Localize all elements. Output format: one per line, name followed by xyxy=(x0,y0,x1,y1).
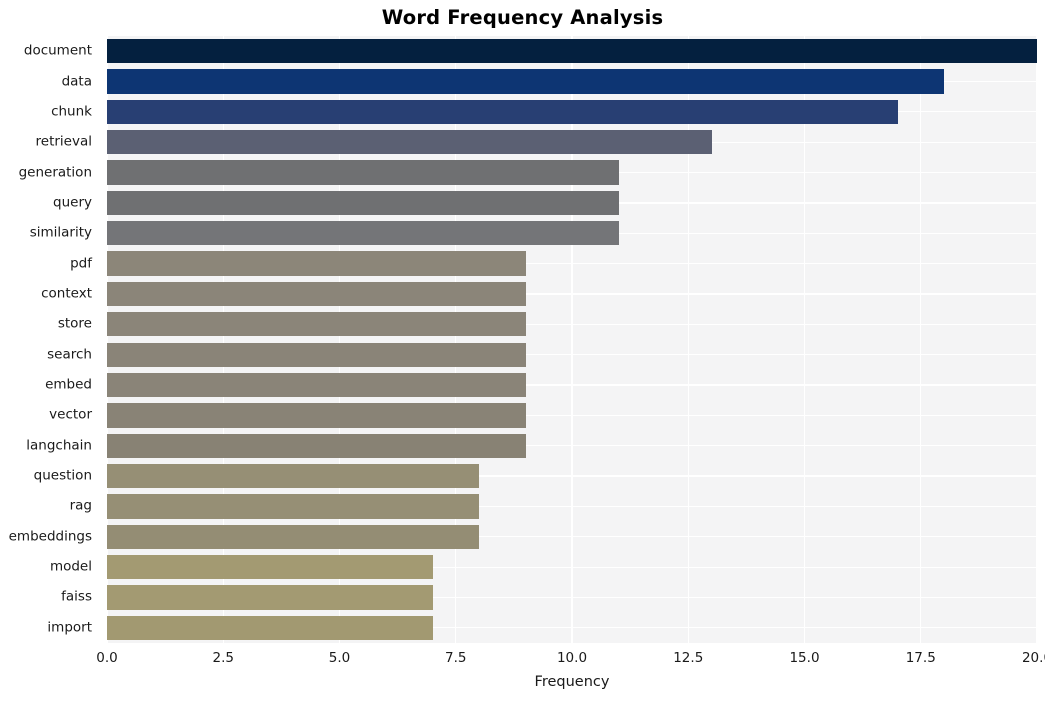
bar-query[interactable] xyxy=(107,190,619,216)
y-tick-label-embed: embed xyxy=(45,376,92,393)
bar-similarity[interactable] xyxy=(107,221,619,246)
x-gridline xyxy=(920,36,922,643)
x-tick-label-7.5: 7.5 xyxy=(445,650,467,666)
plot-area xyxy=(107,36,1037,643)
x-tick-label-20.0: 20.0 xyxy=(1021,650,1045,666)
x-axis-tick-labels: 0.0 2.5 5.0 7.5 10.0 12.5 15.0 17.5 20.0 xyxy=(0,648,1045,674)
y-tick-label-model: model xyxy=(49,558,92,575)
chart-title: Word Frequency Analysis xyxy=(381,6,664,29)
bar-document[interactable] xyxy=(107,39,1037,64)
y-tick-label-embeddings: embeddings xyxy=(8,528,92,545)
bar-question[interactable] xyxy=(107,463,479,489)
bar-store[interactable] xyxy=(107,312,526,337)
x-tick-label-2.5: 2.5 xyxy=(212,650,234,666)
y-tick-label-similarity: similarity xyxy=(29,224,92,241)
y-tick-label-store: store xyxy=(57,315,92,332)
bar-search[interactable] xyxy=(107,342,526,367)
y-tick-label-rag: rag xyxy=(69,497,92,514)
bar-model[interactable] xyxy=(107,554,433,580)
bar-pdf[interactable] xyxy=(107,251,526,276)
bar-retrieval[interactable] xyxy=(107,130,712,155)
bar-langchain[interactable] xyxy=(107,433,526,458)
y-tick-label-data: data xyxy=(61,72,92,89)
bar-vector[interactable] xyxy=(107,403,526,428)
bar-embeddings[interactable] xyxy=(107,524,479,549)
bar-data[interactable] xyxy=(107,69,944,94)
y-tick-label-retrieval: retrieval xyxy=(35,133,92,150)
y-tick-label-pdf: pdf xyxy=(70,254,92,271)
x-gridline xyxy=(107,36,108,643)
x-gridline xyxy=(455,36,457,643)
x-gridline xyxy=(1036,36,1037,643)
bar-context[interactable] xyxy=(107,281,526,307)
y-tick-label-context: context xyxy=(41,285,92,302)
bar-faiss[interactable] xyxy=(107,585,433,610)
y-tick-label-vector: vector xyxy=(49,406,92,423)
y-tick-label-langchain: langchain xyxy=(26,436,92,453)
x-tick-label-17.5: 17.5 xyxy=(905,650,936,666)
x-tick-label-12.5: 12.5 xyxy=(673,650,704,666)
bar-rag[interactable] xyxy=(107,494,479,519)
y-tick-label-question: question xyxy=(33,467,92,484)
bar-generation[interactable] xyxy=(107,160,619,185)
bar-chunk[interactable] xyxy=(107,99,898,124)
y-tick-label-chunk: chunk xyxy=(51,103,92,120)
y-tick-label-faiss: faiss xyxy=(61,588,92,605)
x-gridline xyxy=(803,36,806,643)
x-tick-label-15.0: 15.0 xyxy=(789,650,820,666)
y-tick-label-import: import xyxy=(47,619,92,636)
x-gridline xyxy=(571,36,573,643)
x-tick-label-5.0: 5.0 xyxy=(328,650,351,666)
y-tick-label-query: query xyxy=(53,194,92,211)
y-axis-tick-labels: document data chunk retrieval generation quer… xyxy=(0,36,100,643)
bar-import[interactable] xyxy=(107,615,433,640)
x-gridline xyxy=(222,36,224,643)
chart-figure: Word Frequency Analysis document data chun… xyxy=(0,0,1045,701)
x-axis-label: Frequency xyxy=(534,674,610,690)
y-tick-label-document: document xyxy=(23,42,92,59)
x-gridline xyxy=(687,36,689,643)
y-tick-label-generation: generation xyxy=(18,163,92,180)
x-gridline xyxy=(338,36,341,643)
y-tick-label-search: search xyxy=(47,345,92,362)
bar-embed[interactable] xyxy=(107,372,526,398)
x-tick-label-0.0: 0.0 xyxy=(96,650,118,666)
x-tick-label-10.0: 10.0 xyxy=(556,650,588,666)
